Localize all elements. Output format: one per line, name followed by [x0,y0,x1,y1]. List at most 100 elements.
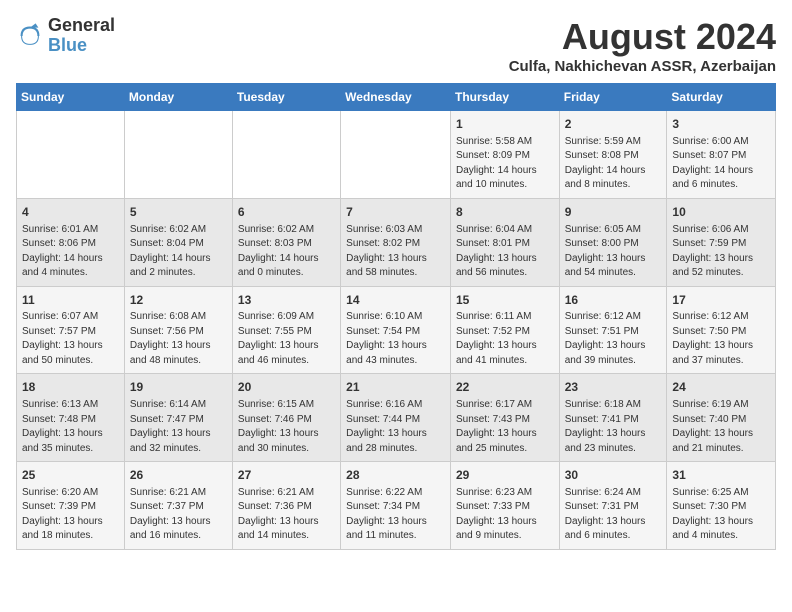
cell-content: Sunrise: 6:06 AM Sunset: 7:59 PM Dayligh… [672,223,770,281]
cell-content: Sunrise: 6:11 AM Sunset: 7:52 PM Dayligh… [456,310,554,368]
cell-content: Sunrise: 6:10 AM Sunset: 7:54 PM Dayligh… [346,310,445,368]
calendar-cell: 24 Sunrise: 6:19 AM Sunset: 7:40 PM Dayli… [667,374,776,462]
day-number: 3 [672,116,770,133]
calendar-cell: 1 Sunrise: 5:58 AM Sunset: 8:09 PM Daylig… [450,111,559,199]
day-number: 29 [456,467,554,484]
logo-text: GeneralBlue [48,16,115,56]
calendar-cell: 20 Sunrise: 6:15 AM Sunset: 7:46 PM Dayli… [232,374,340,462]
cell-content: Sunrise: 6:23 AM Sunset: 7:33 PM Dayligh… [456,486,554,544]
day-number: 13 [238,292,335,309]
cell-content: Sunrise: 6:17 AM Sunset: 7:43 PM Dayligh… [456,398,554,456]
calendar-cell: 11Sunrise: 6:07 AM Sunset: 7:57 PM Dayli… [17,286,125,374]
day-number: 25 [22,467,119,484]
day-number: 8 [456,204,554,221]
calendar-cell: 29 Sunrise: 6:23 AM Sunset: 7:33 PM Dayli… [450,462,559,550]
cell-content: Sunrise: 6:24 AM Sunset: 7:31 PM Dayligh… [565,486,662,544]
day-number: 20 [238,379,335,396]
header-wednesday: Wednesday [341,84,451,111]
header-tuesday: Tuesday [232,84,340,111]
cell-content: Sunrise: 6:08 AM Sunset: 7:56 PM Dayligh… [130,310,227,368]
calendar-cell: 21 Sunrise: 6:16 AM Sunset: 7:44 PM Dayli… [341,374,451,462]
page-header: GeneralBlue August 2024 Culfa, Nakhichev… [16,16,776,75]
calendar-cell: 7Sunrise: 6:03 AM Sunset: 8:02 PM Daylig… [341,198,451,286]
cell-content: Sunrise: 6:14 AM Sunset: 7:47 PM Dayligh… [130,398,227,456]
cell-content: Sunrise: 6:09 AM Sunset: 7:55 PM Dayligh… [238,310,335,368]
day-number: 24 [672,379,770,396]
week-row-2: 4Sunrise: 6:01 AM Sunset: 8:06 PM Daylig… [17,198,776,286]
day-number: 6 [238,204,335,221]
calendar-cell: 13Sunrise: 6:09 AM Sunset: 7:55 PM Dayli… [232,286,340,374]
calendar-cell: 16Sunrise: 6:12 AM Sunset: 7:51 PM Dayli… [559,286,667,374]
day-number: 11 [22,292,119,309]
cell-content: Sunrise: 6:04 AM Sunset: 8:01 PM Dayligh… [456,223,554,281]
day-number: 18 [22,379,119,396]
calendar-cell [341,111,451,199]
cell-content: Sunrise: 6:12 AM Sunset: 7:51 PM Dayligh… [565,310,662,368]
calendar-cell: 26 Sunrise: 6:21 AM Sunset: 7:37 PM Dayli… [124,462,232,550]
week-row-1: 1 Sunrise: 5:58 AM Sunset: 8:09 PM Daylig… [17,111,776,199]
day-number: 26 [130,467,227,484]
cell-content: Sunrise: 6:22 AM Sunset: 7:34 PM Dayligh… [346,486,445,544]
calendar-cell: 23Sunrise: 6:18 AM Sunset: 7:41 PM Dayli… [559,374,667,462]
cell-content: Sunrise: 6:00 AM Sunset: 8:07 PM Dayligh… [672,135,770,193]
day-number: 16 [565,292,662,309]
header-monday: Monday [124,84,232,111]
day-number: 4 [22,204,119,221]
calendar-cell: 27 Sunrise: 6:21 AM Sunset: 7:36 PM Dayli… [232,462,340,550]
cell-content: Sunrise: 6:15 AM Sunset: 7:46 PM Dayligh… [238,398,335,456]
calendar-cell: 14Sunrise: 6:10 AM Sunset: 7:54 PM Dayli… [341,286,451,374]
calendar-cell: 19 Sunrise: 6:14 AM Sunset: 7:47 PM Dayli… [124,374,232,462]
cell-content: Sunrise: 6:02 AM Sunset: 8:04 PM Dayligh… [130,223,227,281]
month-title: August 2024 [509,16,776,58]
day-number: 19 [130,379,227,396]
day-number: 7 [346,204,445,221]
day-number: 21 [346,379,445,396]
day-number: 30 [565,467,662,484]
calendar-cell: 10 Sunrise: 6:06 AM Sunset: 7:59 PM Dayli… [667,198,776,286]
calendar-cell: 5 Sunrise: 6:02 AM Sunset: 8:04 PM Daylig… [124,198,232,286]
cell-content: Sunrise: 6:21 AM Sunset: 7:37 PM Dayligh… [130,486,227,544]
day-number: 31 [672,467,770,484]
calendar-cell: 4Sunrise: 6:01 AM Sunset: 8:06 PM Daylig… [17,198,125,286]
day-number: 22 [456,379,554,396]
day-number: 17 [672,292,770,309]
cell-content: Sunrise: 6:16 AM Sunset: 7:44 PM Dayligh… [346,398,445,456]
header-thursday: Thursday [450,84,559,111]
header-saturday: Saturday [667,84,776,111]
week-row-3: 11Sunrise: 6:07 AM Sunset: 7:57 PM Dayli… [17,286,776,374]
header-friday: Friday [559,84,667,111]
day-number: 2 [565,116,662,133]
day-number: 27 [238,467,335,484]
cell-content: Sunrise: 6:12 AM Sunset: 7:50 PM Dayligh… [672,310,770,368]
calendar-cell: 30 Sunrise: 6:24 AM Sunset: 7:31 PM Dayli… [559,462,667,550]
calendar-cell: 17Sunrise: 6:12 AM Sunset: 7:50 PM Dayli… [667,286,776,374]
calendar-table: SundayMondayTuesdayWednesdayThursdayFrid… [16,83,776,550]
day-number: 15 [456,292,554,309]
cell-content: Sunrise: 6:18 AM Sunset: 7:41 PM Dayligh… [565,398,662,456]
calendar-cell [17,111,125,199]
calendar-cell: 25Sunrise: 6:20 AM Sunset: 7:39 PM Dayli… [17,462,125,550]
calendar-cell: 18Sunrise: 6:13 AM Sunset: 7:48 PM Dayli… [17,374,125,462]
calendar-cell: 9Sunrise: 6:05 AM Sunset: 8:00 PM Daylig… [559,198,667,286]
cell-content: Sunrise: 6:07 AM Sunset: 7:57 PM Dayligh… [22,310,119,368]
day-number: 28 [346,467,445,484]
day-number: 1 [456,116,554,133]
calendar-cell: 6Sunrise: 6:02 AM Sunset: 8:03 PM Daylig… [232,198,340,286]
cell-content: Sunrise: 5:59 AM Sunset: 8:08 PM Dayligh… [565,135,662,193]
day-number: 14 [346,292,445,309]
cell-content: Sunrise: 6:21 AM Sunset: 7:36 PM Dayligh… [238,486,335,544]
header-row: SundayMondayTuesdayWednesdayThursdayFrid… [17,84,776,111]
day-number: 10 [672,204,770,221]
logo-icon [16,22,44,50]
calendar-cell [124,111,232,199]
calendar-cell: 8 Sunrise: 6:04 AM Sunset: 8:01 PM Daylig… [450,198,559,286]
calendar-cell: 3 Sunrise: 6:00 AM Sunset: 8:07 PM Daylig… [667,111,776,199]
calendar-cell: 22 Sunrise: 6:17 AM Sunset: 7:43 PM Dayli… [450,374,559,462]
day-number: 12 [130,292,227,309]
cell-content: Sunrise: 5:58 AM Sunset: 8:09 PM Dayligh… [456,135,554,193]
calendar-cell: 31Sunrise: 6:25 AM Sunset: 7:30 PM Dayli… [667,462,776,550]
week-row-5: 25Sunrise: 6:20 AM Sunset: 7:39 PM Dayli… [17,462,776,550]
cell-content: Sunrise: 6:19 AM Sunset: 7:40 PM Dayligh… [672,398,770,456]
week-row-4: 18Sunrise: 6:13 AM Sunset: 7:48 PM Dayli… [17,374,776,462]
day-number: 5 [130,204,227,221]
